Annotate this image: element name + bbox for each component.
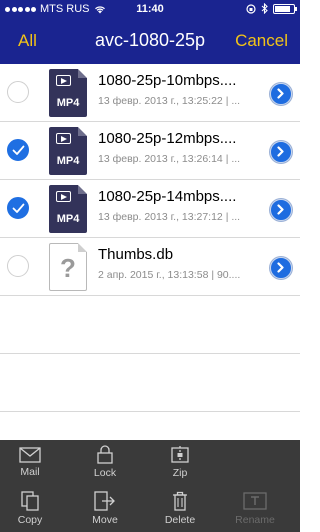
rename-icon: [243, 492, 267, 510]
detail-disclosure-button[interactable]: [270, 83, 292, 105]
chevron-right-icon: [277, 146, 284, 157]
move-button[interactable]: Move: [75, 491, 135, 526]
lock-icon: [97, 445, 113, 464]
file-row[interactable]: ? Thumbs.db 2 апр. 2015 г., 13:13:58 | 9…: [0, 238, 300, 296]
file-row[interactable]: MP4 1080-25p-10mbps.... 13 февр. 2013 г.…: [0, 64, 300, 122]
checkmark-icon: [12, 203, 25, 213]
file-name: 1080-25p-10mbps....: [98, 72, 237, 89]
file-meta: 13 февр. 2013 г., 13:27:12 | ...: [98, 211, 241, 223]
mail-button[interactable]: Mail: [0, 447, 60, 478]
rename-label: Rename: [235, 514, 275, 526]
detail-disclosure-button[interactable]: [270, 257, 292, 279]
detail-disclosure-button[interactable]: [270, 141, 292, 163]
mp4-file-icon: MP4: [49, 127, 87, 175]
selection-checkbox[interactable]: [7, 139, 29, 161]
status-icons: [246, 3, 297, 14]
delete-button[interactable]: Delete: [150, 491, 210, 526]
mp4-file-icon: MP4: [49, 185, 87, 233]
lock-label: Lock: [93, 467, 117, 479]
chevron-right-icon: [277, 204, 284, 215]
checkmark-icon: [12, 145, 25, 155]
navigation-bar: All avc-1080-25p Cancel: [0, 20, 300, 64]
chevron-right-icon: [277, 262, 284, 273]
selection-checkbox[interactable]: [7, 81, 29, 103]
selection-checkbox[interactable]: [7, 197, 29, 219]
file-name: 1080-25p-12mbps....: [98, 130, 237, 147]
mail-label: Mail: [20, 466, 40, 478]
zip-button[interactable]: Zip: [150, 445, 210, 479]
chevron-right-icon: [277, 88, 284, 99]
file-row[interactable]: MP4 1080-25p-12mbps.... 13 февр. 2013 г.…: [0, 122, 300, 180]
detail-disclosure-button[interactable]: [270, 199, 292, 221]
file-row[interactable]: MP4 1080-25p-14mbps.... 13 февр. 2013 г.…: [0, 180, 300, 238]
rotation-lock-icon: [246, 3, 256, 14]
copy-label: Copy: [17, 514, 43, 526]
action-toolbar: Mail Lock Zip Copy Move Delete Rename: [0, 440, 300, 532]
file-meta: 2 апр. 2015 г., 13:13:58 | 90....: [98, 269, 241, 281]
zip-label: Zip: [172, 467, 188, 479]
status-bar: MTS RUS 11:40: [0, 0, 300, 20]
file-name: 1080-25p-14mbps....: [98, 188, 237, 205]
file-name: Thumbs.db: [98, 246, 174, 263]
empty-row: [0, 296, 300, 354]
bluetooth-icon: [261, 3, 268, 14]
move-label: Move: [92, 514, 118, 526]
move-icon: [94, 491, 115, 511]
delete-label: Delete: [164, 514, 196, 526]
copy-button[interactable]: Copy: [0, 491, 60, 526]
unknown-file-icon: ?: [49, 243, 87, 291]
copy-icon: [21, 491, 39, 511]
trash-icon: [173, 491, 187, 511]
rename-button[interactable]: Rename: [225, 491, 285, 526]
file-meta: 13 февр. 2013 г., 13:26:14 | ...: [98, 153, 241, 165]
file-meta: 13 февр. 2013 г., 13:25:22 | ...: [98, 95, 241, 107]
cancel-button[interactable]: Cancel: [235, 31, 288, 51]
lock-button[interactable]: Lock: [75, 445, 135, 479]
file-list: MP4 1080-25p-10mbps.... 13 февр. 2013 г.…: [0, 64, 300, 412]
zip-icon: [171, 446, 189, 463]
selection-checkbox[interactable]: [7, 255, 29, 277]
battery-icon: [273, 3, 297, 14]
mail-icon: [19, 447, 41, 463]
mp4-file-icon: MP4: [49, 69, 87, 117]
empty-row: [0, 354, 300, 412]
